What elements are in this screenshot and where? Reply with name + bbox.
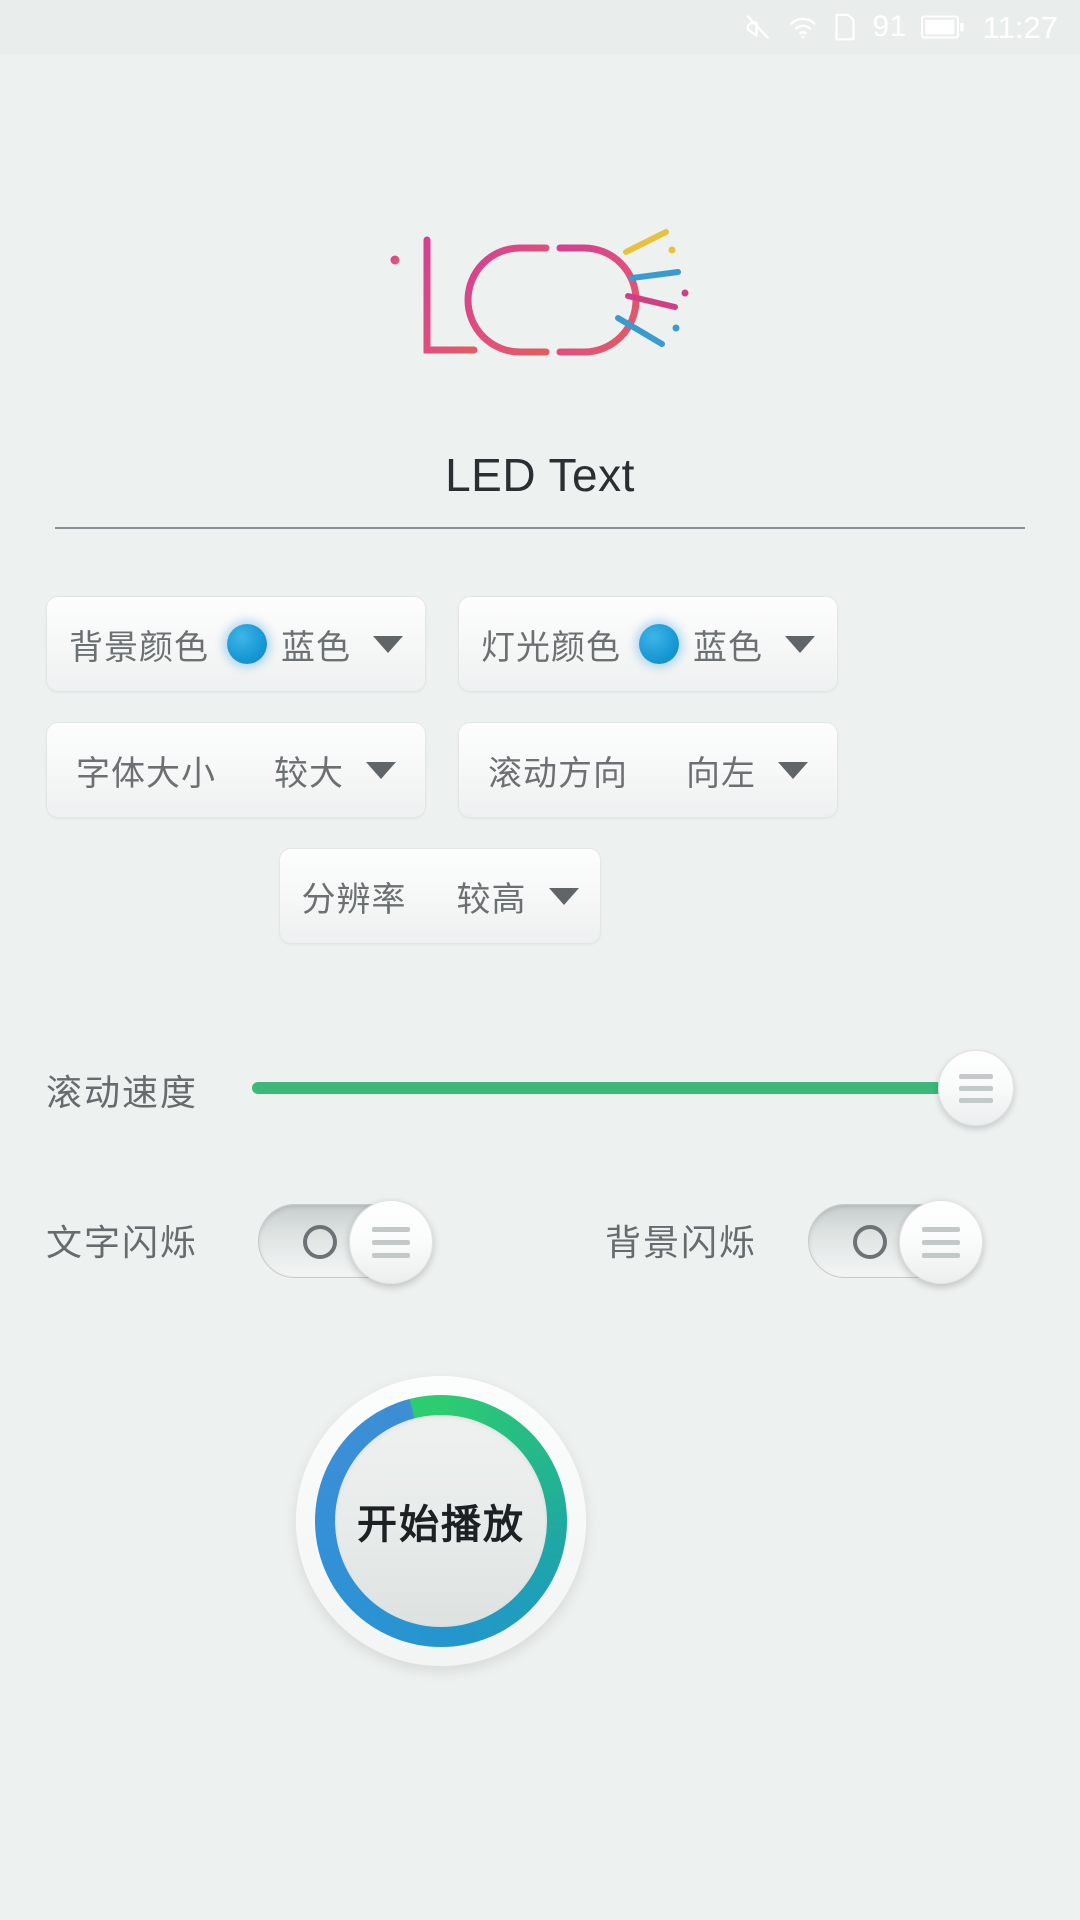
text-blink-toggle[interactable] bbox=[258, 1200, 433, 1284]
play-button-face[interactable]: 开始播放 bbox=[335, 1415, 547, 1627]
background-blink-label: 背景闪烁 bbox=[605, 1222, 758, 1263]
text-blink-label: 文字闪烁 bbox=[46, 1222, 199, 1263]
setting-resolution[interactable]: 分辨率 较高 bbox=[279, 848, 601, 944]
scroll-speed-label: 滚动速度 bbox=[46, 1072, 199, 1113]
setting-font-size[interactable]: 字体大小 较大 bbox=[46, 722, 426, 818]
circle-icon bbox=[303, 1225, 337, 1259]
setting-scroll-direction[interactable]: 滚动方向 向左 bbox=[458, 722, 838, 818]
setting-value: 较大 bbox=[274, 754, 344, 793]
setting-background-color[interactable]: 背景颜色 蓝色 bbox=[46, 596, 426, 692]
chevron-down-icon[interactable] bbox=[373, 635, 403, 653]
chevron-down-icon[interactable] bbox=[785, 635, 815, 653]
grip-handle-icon bbox=[959, 1073, 993, 1079]
circle-icon bbox=[853, 1225, 887, 1259]
wifi-icon bbox=[788, 12, 818, 42]
status-bar-clock: 11:27 bbox=[982, 9, 1058, 45]
grip-handle-icon bbox=[922, 1226, 960, 1232]
mute-icon bbox=[744, 12, 774, 42]
slider-thumb[interactable] bbox=[938, 1050, 1014, 1126]
app-screen: 91 11:27 LED Text 背景颜色 蓝色 灯光颜色 蓝色 字体大小 较… bbox=[0, 0, 1080, 1920]
app-logo bbox=[0, 200, 1080, 400]
sim-card-icon bbox=[832, 12, 858, 42]
setting-value: 较高 bbox=[456, 880, 527, 919]
chevron-down-icon[interactable] bbox=[548, 887, 579, 905]
grip-handle-icon bbox=[372, 1239, 410, 1245]
ray-blue bbox=[629, 269, 681, 281]
scroll-speed-row: 滚动速度 bbox=[0, 1034, 1080, 1144]
chevron-down-icon[interactable] bbox=[778, 761, 808, 779]
ray-yellow bbox=[623, 229, 669, 255]
grip-handle-icon bbox=[959, 1085, 993, 1091]
blink-toggles-row: 文字闪烁 背景闪烁 bbox=[0, 1176, 1080, 1306]
start-play-button[interactable]: 开始播放 bbox=[296, 1376, 586, 1666]
header-divider bbox=[55, 527, 1025, 529]
grip-handle-icon bbox=[372, 1226, 410, 1232]
setting-label: 分辨率 bbox=[301, 880, 407, 919]
slider-fill bbox=[252, 1082, 942, 1094]
setting-label: 背景颜色 bbox=[69, 628, 209, 667]
page-title: LED Text bbox=[445, 449, 635, 501]
grip-handle-icon bbox=[922, 1239, 960, 1245]
color-swatch-icon bbox=[227, 624, 267, 664]
background-blink-toggle[interactable] bbox=[808, 1200, 983, 1284]
setting-value: 向左 bbox=[686, 754, 756, 793]
setting-light-color[interactable]: 灯光颜色 蓝色 bbox=[458, 596, 838, 692]
play-button-label: 开始播放 bbox=[357, 1503, 525, 1547]
color-swatch-icon bbox=[639, 624, 679, 664]
setting-label: 字体大小 bbox=[76, 754, 216, 793]
battery-icon bbox=[920, 14, 965, 40]
scroll-speed-slider[interactable] bbox=[252, 1082, 942, 1094]
grip-handle-icon bbox=[372, 1252, 410, 1258]
setting-value: 蓝色 bbox=[693, 628, 763, 667]
setting-label: 灯光颜色 bbox=[481, 628, 621, 667]
status-bar: 91 11:27 bbox=[0, 0, 1080, 54]
toggle-knob[interactable] bbox=[899, 1200, 983, 1284]
setting-label: 滚动方向 bbox=[488, 754, 628, 793]
toggle-knob[interactable] bbox=[349, 1200, 433, 1284]
battery-percent-label: 91 bbox=[872, 10, 907, 43]
chevron-down-icon[interactable] bbox=[366, 761, 396, 779]
grip-handle-icon bbox=[922, 1252, 960, 1258]
setting-value: 蓝色 bbox=[281, 628, 351, 667]
grip-handle-icon bbox=[959, 1097, 993, 1103]
